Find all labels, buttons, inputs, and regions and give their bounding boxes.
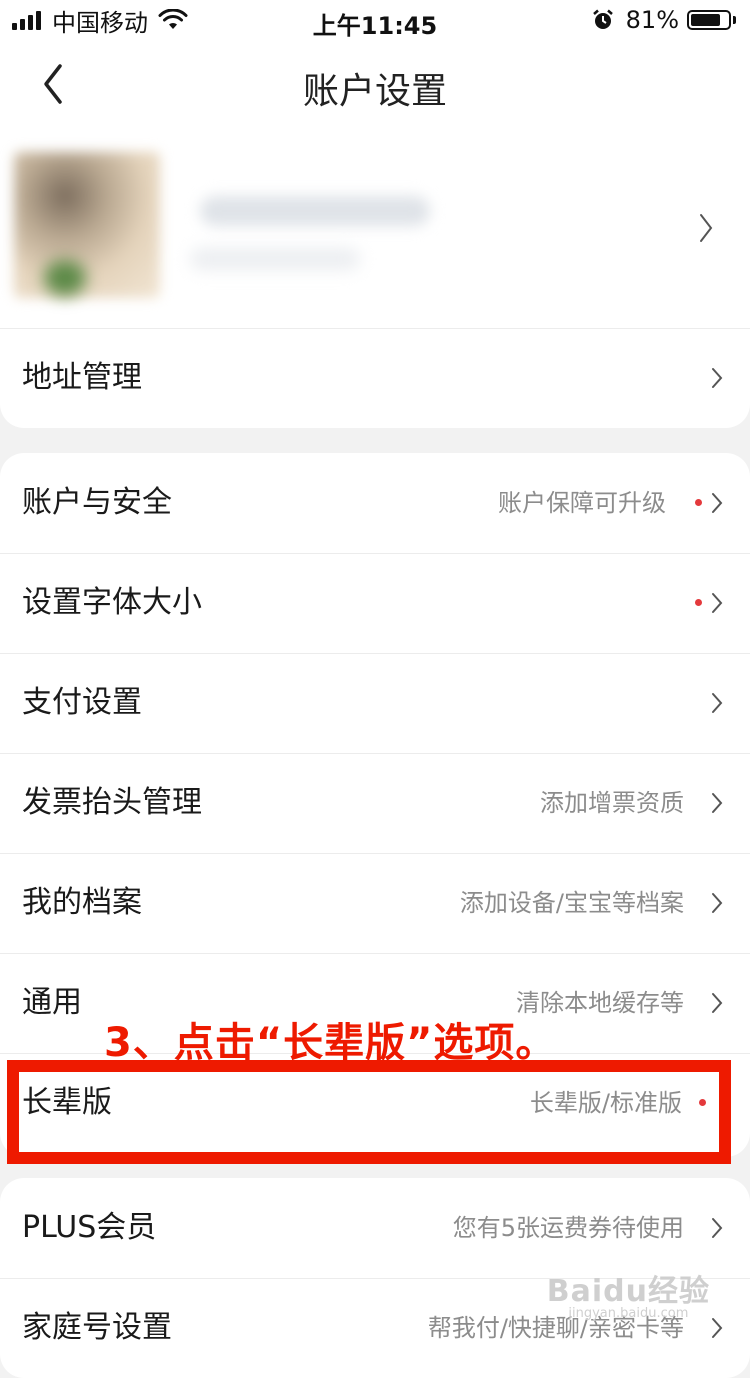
row-label: 我的档案 [22, 885, 142, 920]
row-label: 家庭号设置 [22, 1310, 172, 1345]
row-label: 账户与安全 [22, 485, 172, 520]
chevron-right-icon [712, 368, 723, 388]
nav-bar: 账户设置 [0, 40, 750, 130]
page-title: 账户设置 [302, 71, 447, 112]
row-label: 支付设置 [22, 685, 142, 720]
chevron-right-icon [712, 1318, 723, 1338]
battery-percent: 81% [625, 6, 679, 34]
profile-row[interactable] [0, 130, 750, 328]
row-label: 地址管理 [22, 360, 142, 395]
settings-row-invoice[interactable]: 发票抬头管理 添加增票资质 [0, 753, 750, 853]
row-subtitle: 账户保障可升级 [498, 489, 666, 517]
annotation-highlight-box [7, 1060, 731, 1164]
settings-row-plus[interactable]: PLUS会员 您有5张运费券待使用 [0, 1178, 750, 1278]
row-label: 设置字体大小 [22, 585, 202, 620]
battery-tip [733, 16, 736, 24]
alarm-icon [592, 9, 613, 29]
row-label: PLUS会员 [22, 1210, 157, 1245]
red-dot-badge [695, 599, 702, 606]
user-info-blurred [190, 248, 360, 270]
avatar [14, 152, 160, 298]
chevron-right-icon [712, 1218, 723, 1238]
row-subtitle: 添加设备/宝宝等档案 [459, 889, 684, 917]
watermark-logo: Baidu经验 [546, 1274, 710, 1309]
row-label: 发票抬头管理 [22, 785, 202, 820]
chevron-right-icon [712, 993, 723, 1013]
battery-icon [687, 10, 731, 30]
user-name-blurred [200, 196, 430, 226]
settings-row-profile-archive[interactable]: 我的档案 添加设备/宝宝等档案 [0, 853, 750, 953]
settings-row-address[interactable]: 地址管理 [0, 328, 750, 428]
chevron-right-icon [712, 593, 723, 613]
chevron-right-icon [712, 893, 723, 913]
chevron-right-icon [700, 214, 713, 242]
watermark-url: jingyan.baidu.com [568, 1306, 689, 1321]
battery-level [691, 14, 721, 26]
chevron-right-icon [712, 493, 723, 513]
watermark: Baidu经验 jingyan.baidu.com [547, 1266, 710, 1321]
settings-row-font-size[interactable]: 设置字体大小 [0, 553, 750, 653]
red-dot-badge [695, 499, 702, 506]
status-right: 81% [592, 6, 736, 34]
chevron-right-icon [712, 793, 723, 813]
chevron-right-icon [712, 693, 723, 713]
status-bar: 中国移动 上午11:45 81% [0, 0, 750, 40]
row-label: 通用 [22, 985, 82, 1020]
row-subtitle: 您有5张运费券待使用 [452, 1214, 684, 1242]
row-subtitle: 添加增票资质 [540, 789, 684, 817]
settings-row-payment[interactable]: 支付设置 [0, 653, 750, 753]
settings-row-account-security[interactable]: 账户与安全 账户保障可升级 [0, 453, 750, 553]
avatar-detail [44, 260, 86, 296]
account-card: 地址管理 [0, 130, 750, 428]
